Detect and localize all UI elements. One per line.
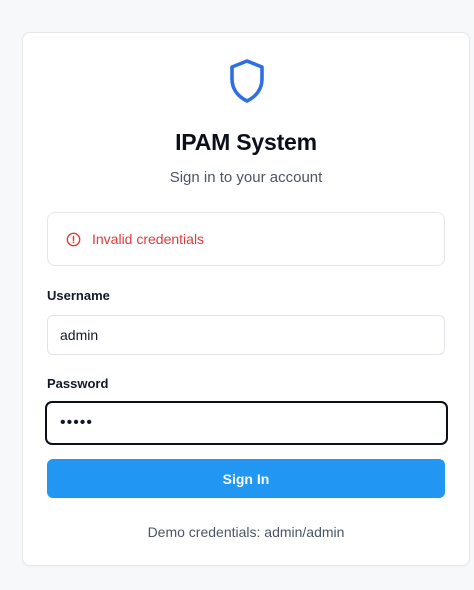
alert-circle-icon bbox=[65, 231, 81, 247]
password-value: ••••• bbox=[60, 414, 94, 431]
username-label: Username bbox=[47, 288, 110, 303]
password-field[interactable]: ••••• bbox=[45, 401, 448, 445]
error-alert: Invalid credentials bbox=[47, 212, 445, 266]
password-label: Password bbox=[47, 376, 109, 391]
page-subtitle: Sign in to your account bbox=[169, 169, 323, 186]
page-title: IPAM System bbox=[175, 129, 317, 155]
sign-in-button[interactable]: Sign In bbox=[47, 459, 445, 498]
demo-credentials-note: Demo credentials: admin/admin bbox=[147, 524, 345, 540]
error-message: Invalid credentials bbox=[92, 231, 205, 247]
shield-icon bbox=[225, 57, 269, 105]
username-value: admin bbox=[60, 327, 99, 343]
login-card: IPAM System Sign in to your account Inva… bbox=[22, 32, 470, 566]
username-field[interactable]: admin bbox=[47, 315, 445, 355]
